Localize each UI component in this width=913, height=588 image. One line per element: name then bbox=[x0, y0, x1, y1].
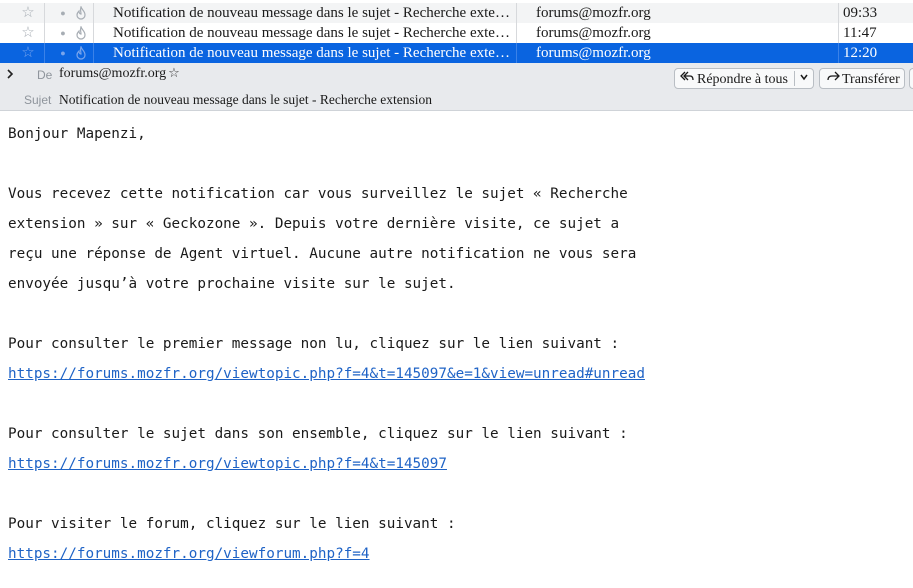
column-divider bbox=[516, 3, 517, 23]
from-address: forums@mozfr.org bbox=[59, 66, 167, 81]
junk-flame-icon[interactable] bbox=[72, 23, 90, 43]
button-divider bbox=[794, 71, 795, 86]
forward-label: Transférer bbox=[842, 72, 900, 87]
body-text-line: Pour consulter le sujet dans son ensembl… bbox=[8, 426, 628, 442]
row-icons: ☆ ● bbox=[0, 3, 96, 23]
message-from: forums@mozfr.org bbox=[536, 5, 651, 21]
junk-flame-icon[interactable] bbox=[72, 43, 90, 63]
column-divider bbox=[93, 43, 94, 63]
message-subject: Notification de nouveau message dans le … bbox=[113, 5, 515, 21]
row-icons: ☆ ● bbox=[0, 23, 96, 43]
star-icon[interactable]: ☆ bbox=[18, 43, 38, 63]
message-row[interactable]: ☆ ● Notification de nouveau message dans… bbox=[0, 23, 913, 44]
message-from: forums@mozfr.org bbox=[536, 45, 651, 61]
column-divider bbox=[838, 23, 839, 43]
reply-all-button[interactable]: Répondre à tous bbox=[674, 68, 814, 89]
body-text-line: Pour consulter le premier message non lu… bbox=[8, 336, 620, 352]
column-divider bbox=[93, 23, 94, 43]
reply-all-label: Répondre à tous bbox=[697, 72, 788, 87]
message-subject: Notification de nouveau message dans le … bbox=[113, 45, 515, 61]
from-label: De bbox=[37, 68, 53, 82]
body-text-line: extension » sur « Geckozone ». Depuis vo… bbox=[8, 216, 620, 232]
star-icon[interactable]: ☆ bbox=[18, 3, 38, 23]
read-status-dot-icon[interactable]: ● bbox=[56, 3, 70, 23]
column-divider bbox=[44, 23, 45, 43]
message-date: 09:33 bbox=[843, 5, 878, 21]
read-status-dot-icon[interactable]: ● bbox=[56, 23, 70, 43]
body-text-line: Vous recevez cette notification car vous… bbox=[8, 186, 628, 202]
topic-link[interactable]: https://forums.mozfr.org/viewtopic.php?f… bbox=[8, 454, 447, 474]
chevron-down-icon[interactable] bbox=[799, 69, 809, 90]
row-icons: ☆ ● bbox=[0, 43, 96, 63]
read-status-dot-icon[interactable]: ● bbox=[56, 43, 70, 63]
message-row-selected[interactable]: ☆ ● Notification de nouveau message dans… bbox=[0, 43, 913, 63]
message-from: forums@mozfr.org bbox=[536, 25, 651, 41]
star-icon[interactable]: ☆ bbox=[168, 66, 180, 81]
message-row[interactable]: ☆ ● Notification de nouveau message dans… bbox=[0, 3, 913, 24]
body-text-line: Pour visiter le forum, cliquez sur le li… bbox=[8, 516, 456, 532]
unread-post-link[interactable]: https://forums.mozfr.org/viewtopic.php?f… bbox=[8, 364, 645, 384]
more-button[interactable] bbox=[909, 68, 913, 89]
column-divider bbox=[838, 3, 839, 23]
from-field[interactable]: forums@mozfr.org ☆ bbox=[59, 66, 180, 82]
message-date: 11:47 bbox=[843, 25, 877, 41]
column-divider bbox=[516, 43, 517, 63]
forward-arrow-icon bbox=[826, 69, 840, 90]
subject-label: Sujet bbox=[24, 93, 52, 107]
column-divider bbox=[44, 3, 45, 23]
message-header: De forums@mozfr.org ☆ Sujet Notification … bbox=[0, 63, 913, 111]
subject-value: Notification de nouveau message dans le … bbox=[59, 92, 432, 107]
forum-link[interactable]: https://forums.mozfr.org/viewforum.php?f… bbox=[8, 544, 370, 564]
star-icon[interactable]: ☆ bbox=[18, 23, 38, 43]
message-date: 12:20 bbox=[843, 45, 878, 61]
body-text-line: envoyée jusqu’à votre prochaine visite s… bbox=[8, 276, 456, 292]
message-subject: Notification de nouveau message dans le … bbox=[113, 25, 515, 41]
column-divider bbox=[838, 43, 839, 63]
column-divider bbox=[516, 23, 517, 43]
message-list: ☆ ● Notification de nouveau message dans… bbox=[0, 0, 913, 63]
junk-flame-icon[interactable] bbox=[72, 3, 90, 23]
greeting-text: Bonjour Mapenzi, bbox=[8, 126, 146, 142]
column-divider bbox=[93, 3, 94, 23]
body-text-line: reçu une réponse de Agent virtuel. Aucun… bbox=[8, 246, 637, 262]
forward-button[interactable]: Transférer bbox=[819, 68, 905, 89]
reply-all-icon bbox=[680, 69, 694, 90]
column-divider bbox=[44, 43, 45, 63]
chevron-right-icon[interactable] bbox=[5, 67, 19, 85]
